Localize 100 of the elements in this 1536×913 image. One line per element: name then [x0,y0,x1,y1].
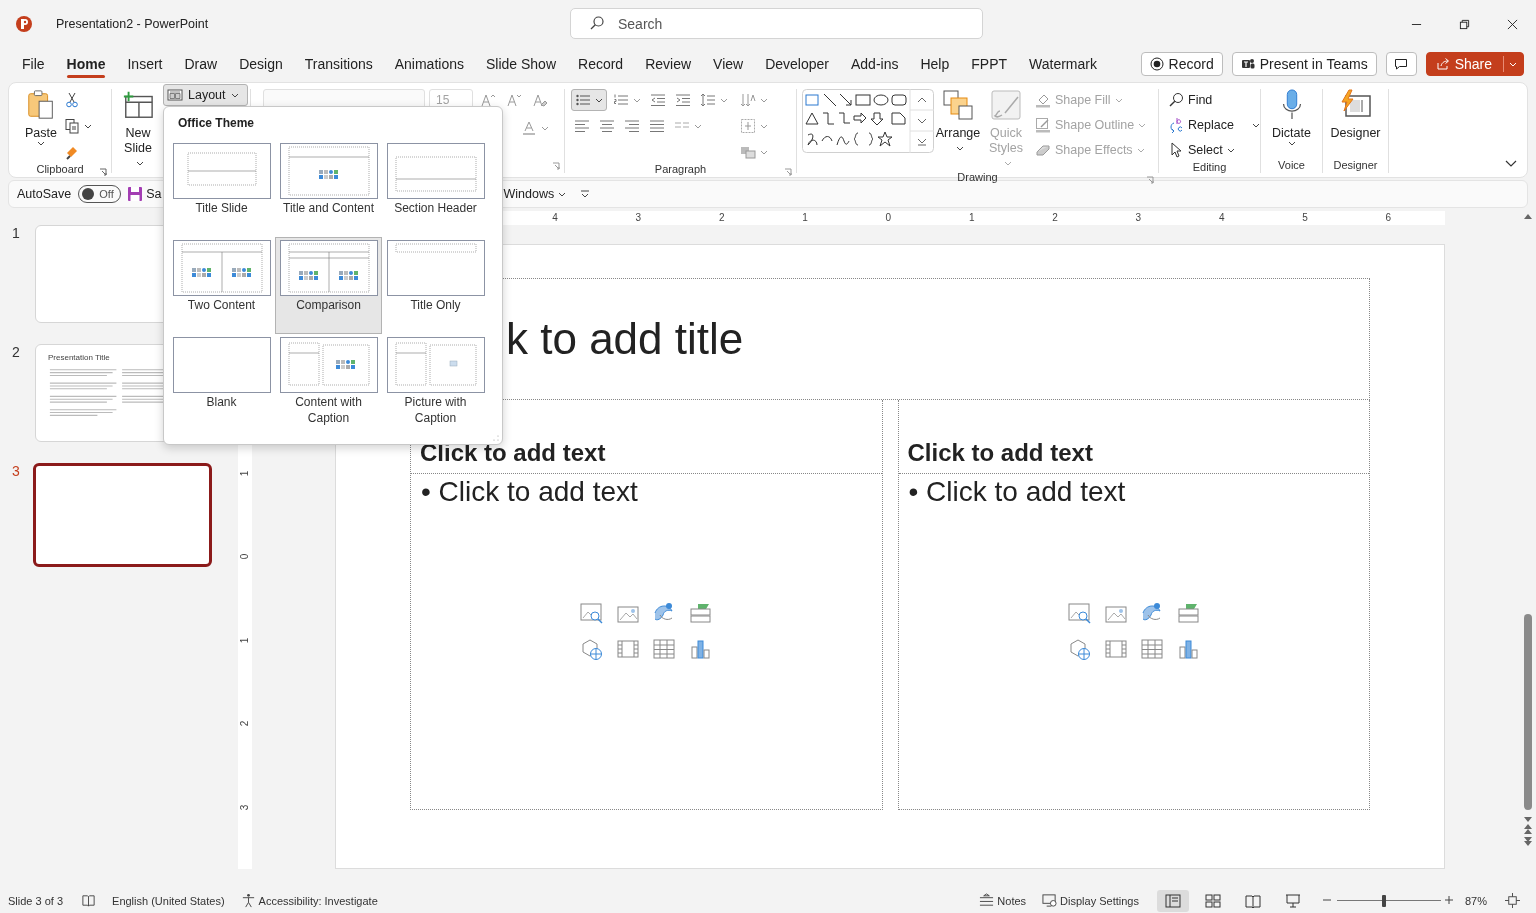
ribbon-tab[interactable]: Transitions [293,50,384,78]
book-icon [1244,893,1261,908]
replace-button[interactable]: Replace [1165,114,1263,136]
ribbon-tab[interactable]: FPPT [960,50,1019,78]
heading-text[interactable]: Click to add text [907,439,1093,467]
scissors-icon [64,92,80,108]
ribbon-tab[interactable]: Home [55,50,117,78]
ribbon-tab[interactable]: Insert [116,50,174,78]
ribbon-tab[interactable]: Help [909,50,961,78]
search-icon [589,15,605,31]
ribbon-tab[interactable]: Design [228,50,294,78]
save-button[interactable]: Sa [127,186,162,202]
windows-button[interactable]: Windows [503,187,567,201]
slide-thumbnail[interactable] [33,463,212,567]
slide-number: 2 [11,344,21,362]
designer-button[interactable]: Designer [1326,89,1385,141]
notes-icon [979,893,995,908]
ruler-number: 4 [1218,211,1225,225]
ribbon-tab[interactable]: Animations [383,50,475,78]
dialog-launcher-icon[interactable] [784,168,792,176]
layout-icon [167,87,183,103]
paste-button[interactable]: Paste [21,89,61,146]
record-button[interactable]: Record [1140,52,1223,76]
bar-chart-icon[interactable] [688,637,713,661]
search-field[interactable]: Search [570,8,983,39]
caret-icon [1136,147,1145,153]
language-label[interactable]: English (United States) [112,894,225,907]
outdent-icon [650,92,666,108]
ribbon-tab[interactable]: File [11,50,56,78]
layout-option[interactable]: Title and Content [275,140,382,237]
cube-globe-icon[interactable] [580,637,605,661]
zoom-slider-thumb[interactable] [1381,894,1386,907]
arrange-button[interactable]: Arrange [934,89,982,156]
dictate-button[interactable]: Dictate [1268,89,1315,146]
ruler-number: 3 [1135,211,1142,225]
caret-icon [1114,97,1123,103]
paint-bucket-icon [1035,92,1051,108]
layout-option[interactable]: Two Content [168,237,275,334]
record-icon [1149,57,1164,71]
zoom-in-button[interactable] [1444,895,1455,906]
film-icon[interactable] [1103,637,1128,661]
fit-to-window-icon[interactable] [1505,893,1520,908]
dialog-launcher-icon[interactable] [99,168,107,176]
projector-screen-icon [1284,893,1301,908]
layout-option[interactable]: Comparison [275,237,382,334]
share-button[interactable]: Share [1425,52,1524,76]
select-button[interactable]: Select [1165,139,1263,161]
layout-button[interactable]: Layout [163,84,248,106]
bullet-text[interactable]: • Click to add text [421,476,638,508]
scroll-up-icon[interactable] [1523,212,1533,220]
ribbon-tab[interactable]: View [702,50,755,78]
ribbon-tab[interactable]: Draw [173,50,229,78]
table-icon[interactable] [652,637,677,661]
layered-shapes-icon[interactable] [688,601,713,625]
ribbon-tab[interactable]: Add-ins [840,50,910,78]
font-color-icon [521,120,537,136]
stacked-squares-icon [942,89,974,121]
notes-button[interactable]: Notes [979,893,1027,908]
dialog-launcher-icon[interactable] [1146,176,1154,184]
ribbon-tab[interactable]: Watermark [1018,50,1108,78]
shapes-gallery[interactable] [802,89,934,153]
cube-globe-icon[interactable] [1067,637,1092,661]
ruler-number: 1 [239,470,251,477]
ribbon-tab[interactable]: Developer [754,50,840,78]
image-search-icon[interactable] [580,601,605,625]
film-icon[interactable] [616,637,641,661]
ribbon-tab[interactable]: Record [567,50,635,78]
dialog-launcher-icon[interactable] [552,162,560,170]
layout-option[interactable]: Picture with Caption [382,334,489,431]
ribbon-tab[interactable]: Slide Show [474,50,567,78]
layout-option[interactable]: Section Header [382,140,489,237]
display-settings-button[interactable]: Display Settings [1042,893,1139,908]
group-label: Drawing [957,171,998,183]
title-text[interactable]: k to add title [506,314,744,364]
new-slide-button[interactable]: New Slide [116,89,160,171]
customize-toolbar-button[interactable] [580,190,591,198]
align-text-icon [740,118,756,134]
book-icon[interactable] [81,893,97,908]
scroll-thumb[interactable] [1524,614,1532,810]
align-right-icon [624,118,640,134]
layered-shapes-icon[interactable] [1175,601,1200,625]
find-button[interactable]: Find [1165,89,1263,111]
caret-icon [760,149,768,155]
shape-effects-icon [1035,142,1051,158]
present-in-teams-button[interactable]: Present in Teams [1231,52,1377,76]
bullets-button[interactable] [571,89,607,111]
bullet-text[interactable]: • Click to add text [908,476,1126,508]
accessibility-button[interactable]: Accessibility: Investigate [240,893,378,908]
normal-view-button[interactable] [1156,889,1189,912]
image-search-icon[interactable] [1067,601,1092,625]
close-icon [1506,18,1518,30]
comments-button[interactable] [1385,52,1417,76]
ribbon-tab[interactable]: Review [634,50,703,78]
scroll-arrows-icon[interactable] [1523,816,1533,846]
caret-icon [955,146,964,152]
layout-option[interactable]: Title Slide [168,140,275,237]
zoom-level[interactable]: 87% [1464,894,1487,907]
table-icon[interactable] [1139,637,1164,661]
ruler-number: 1 [968,211,975,225]
chevron-down-icon [1505,159,1517,167]
